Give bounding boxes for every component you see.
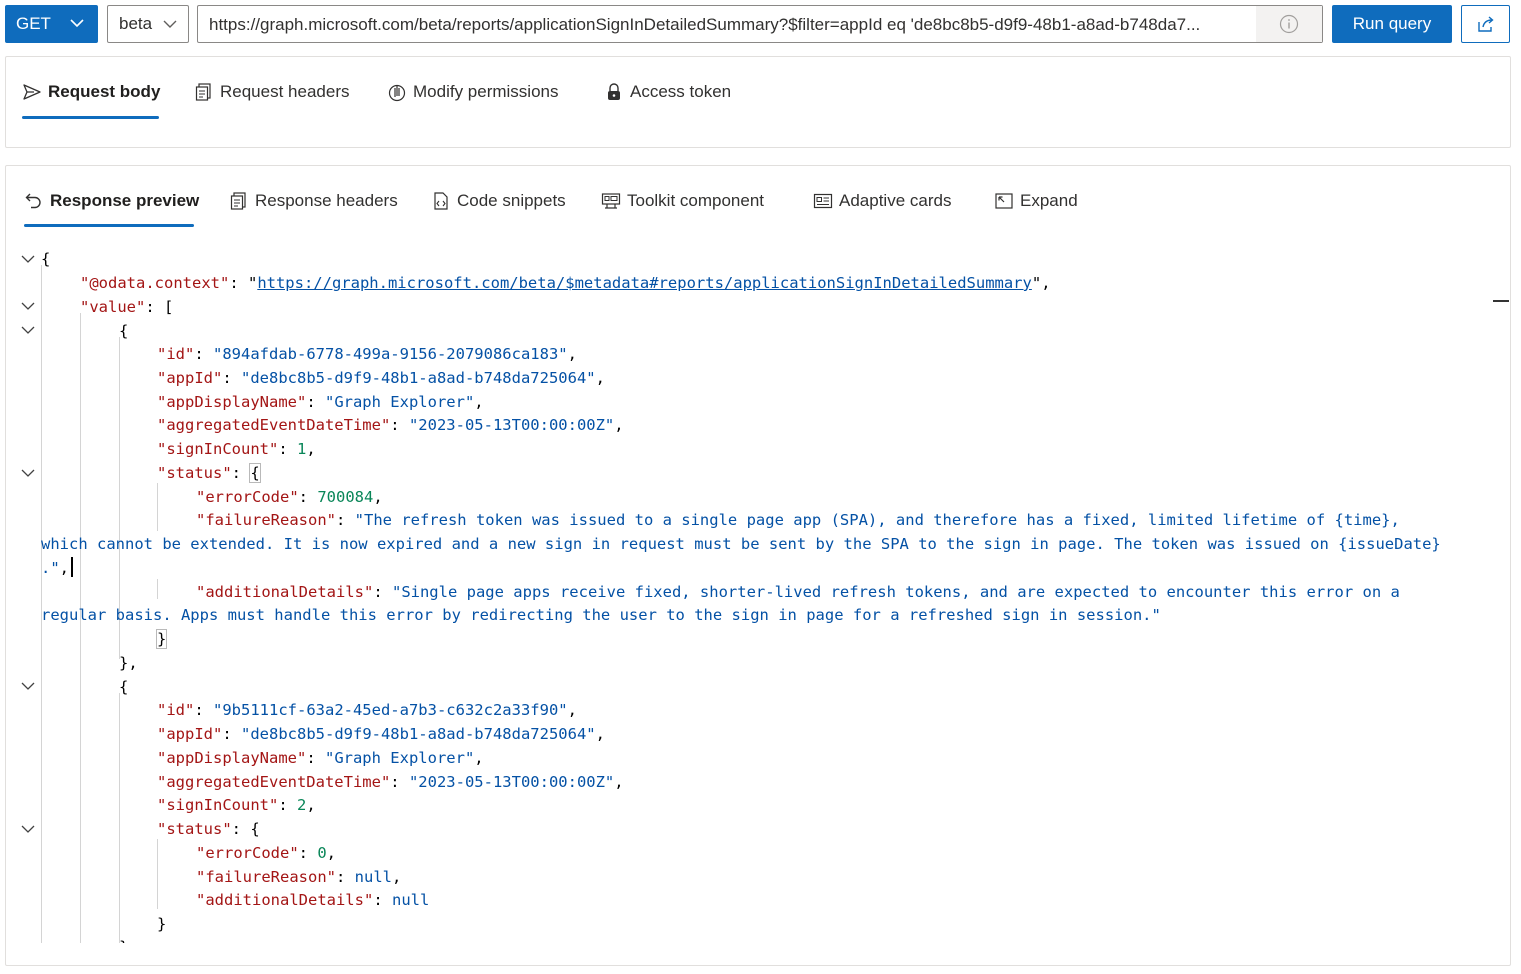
json-line-odata-context: "@odata.context": "https://graph.microso… [80,274,1051,292]
info-button[interactable] [1256,6,1322,42]
tab-response-headers[interactable]: Response headers [229,186,398,216]
json-line-failurereason: "failureReason": null, [196,868,402,886]
version-value: beta [119,14,153,33]
json-line-additionaldetails: "additionalDetails": null [196,891,430,909]
indent-guide [80,313,81,943]
document-icon [195,83,211,101]
component-icon [601,193,621,209]
indent-guide [41,265,42,943]
tab-label: Code snippets [457,191,566,210]
indent-guide [157,483,158,531]
http-method-value: GET [16,14,51,33]
json-line: { [119,678,129,696]
json-line-appid: "appId": "de8bc8b5-d9f9-48b1-a8ad-b748da… [157,369,605,387]
tab-label: Modify permissions [413,82,559,101]
active-tab-indicator [24,224,194,227]
json-line-failurereason: "failureReason": "The refresh token was … [196,511,1400,529]
json-line-value: "value": [ [80,298,174,316]
code-file-icon [434,192,448,210]
indent-guide [157,839,158,909]
json-line-id: "id": "894afdab-6778-499a-9156-2079086ca… [157,345,577,363]
tab-label: Request headers [220,82,350,101]
json-line: }, [119,654,138,672]
json-line-appdisplayname: "appDisplayName": "Graph Explorer", [157,393,484,411]
json-line-appdisplayname: "appDisplayName": "Graph Explorer", [157,749,484,767]
document-icon [230,192,246,210]
send-icon [23,84,41,100]
info-icon [1279,14,1299,34]
http-method-dropdown[interactable]: GET [5,5,98,43]
tab-label: Adaptive cards [839,191,952,210]
json-line-signincount: "signInCount": 2, [157,796,316,814]
fold-chevron-icon[interactable] [20,821,36,837]
tab-label: Expand [1020,191,1078,210]
fold-chevron-icon[interactable] [20,322,36,338]
tab-label: Response headers [255,191,398,210]
tab-label: Access token [630,82,732,101]
json-line-errorcode: "errorCode": 0, [196,844,337,862]
active-tab-indicator [22,116,159,119]
json-line: } [157,915,167,933]
json-line: { [119,322,129,340]
fold-chevron-icon[interactable] [20,465,36,481]
chevron-down-icon [70,19,84,28]
tab-adaptive-cards[interactable]: Adaptive cards [813,186,951,216]
tab-label: Toolkit component [627,191,765,210]
run-query-button[interactable]: Run query [1332,5,1452,43]
hand-icon [388,84,406,102]
version-dropdown[interactable]: beta [107,5,189,43]
json-line-additionaldetails: "additionalDetails": "Single page apps r… [196,583,1400,601]
fold-chevron-icon[interactable] [20,251,36,267]
json-line-errorcode: "errorCode": 700084, [196,488,383,506]
url-input[interactable]: https://graph.microsoft.com/beta/reports… [197,5,1323,43]
overview-ruler-marker [1493,300,1509,302]
json-line-aggregatedeventdatetime: "aggregatedEventDateTime": "2023-05-13T0… [157,416,624,434]
json-line: } [119,937,128,943]
json-line-appid: "appId": "de8bc8b5-d9f9-48b1-a8ad-b748da… [157,725,605,743]
json-line-failurereason-wrap: which cannot be extended. It is now expi… [41,535,1441,553]
text-cursor [71,557,73,577]
expand-icon [995,193,1013,209]
lock-icon [608,83,620,100]
tab-code-snippets[interactable]: Code snippets [431,186,566,216]
tab-access-token[interactable]: Access token [604,77,731,107]
json-line-failurereason-wrap: .", [41,559,70,577]
json-line: } [155,629,168,649]
tab-expand[interactable]: Expand [994,186,1078,216]
card-icon [813,193,833,209]
undo-arrow-icon [25,193,41,209]
json-line: { [41,250,51,268]
indent-guide [119,693,120,943]
json-line-status: "status": { [157,820,260,838]
share-icon [1477,16,1494,32]
tab-response-preview[interactable]: Response preview [24,186,199,216]
odata-context-link[interactable]: https://graph.microsoft.com/beta/$metada… [257,274,1032,292]
tab-request-body[interactable]: Request body [22,77,160,107]
json-line-id: "id": "9b5111cf-63a2-45ed-a7b3-c632c2a33… [157,701,577,719]
tab-label: Response preview [50,191,200,210]
tab-toolkit-component[interactable]: Toolkit component [601,186,764,216]
json-line-signincount: "signInCount": 1, [157,440,316,458]
json-line-status: "status": { [157,463,261,483]
json-line-additionaldetails-wrap: regular basis. Apps must handle this err… [41,606,1161,624]
share-button[interactable] [1461,5,1510,43]
tab-modify-permissions[interactable]: Modify permissions [387,77,559,107]
url-input-value[interactable]: https://graph.microsoft.com/beta/reports… [209,15,1249,35]
chevron-down-icon [163,20,177,28]
fold-chevron-icon[interactable] [20,298,36,314]
tab-request-headers[interactable]: Request headers [194,77,349,107]
json-line-aggregatedeventdatetime: "aggregatedEventDateTime": "2023-05-13T0… [157,773,624,791]
response-json-viewer[interactable]: { "@odata.context": "https://graph.micro… [5,245,1511,943]
indent-guide [157,579,158,599]
query-bar: GET beta https://graph.microsoft.com/bet… [0,0,1521,50]
tab-label: Request body [48,82,161,101]
fold-chevron-icon[interactable] [20,678,36,694]
